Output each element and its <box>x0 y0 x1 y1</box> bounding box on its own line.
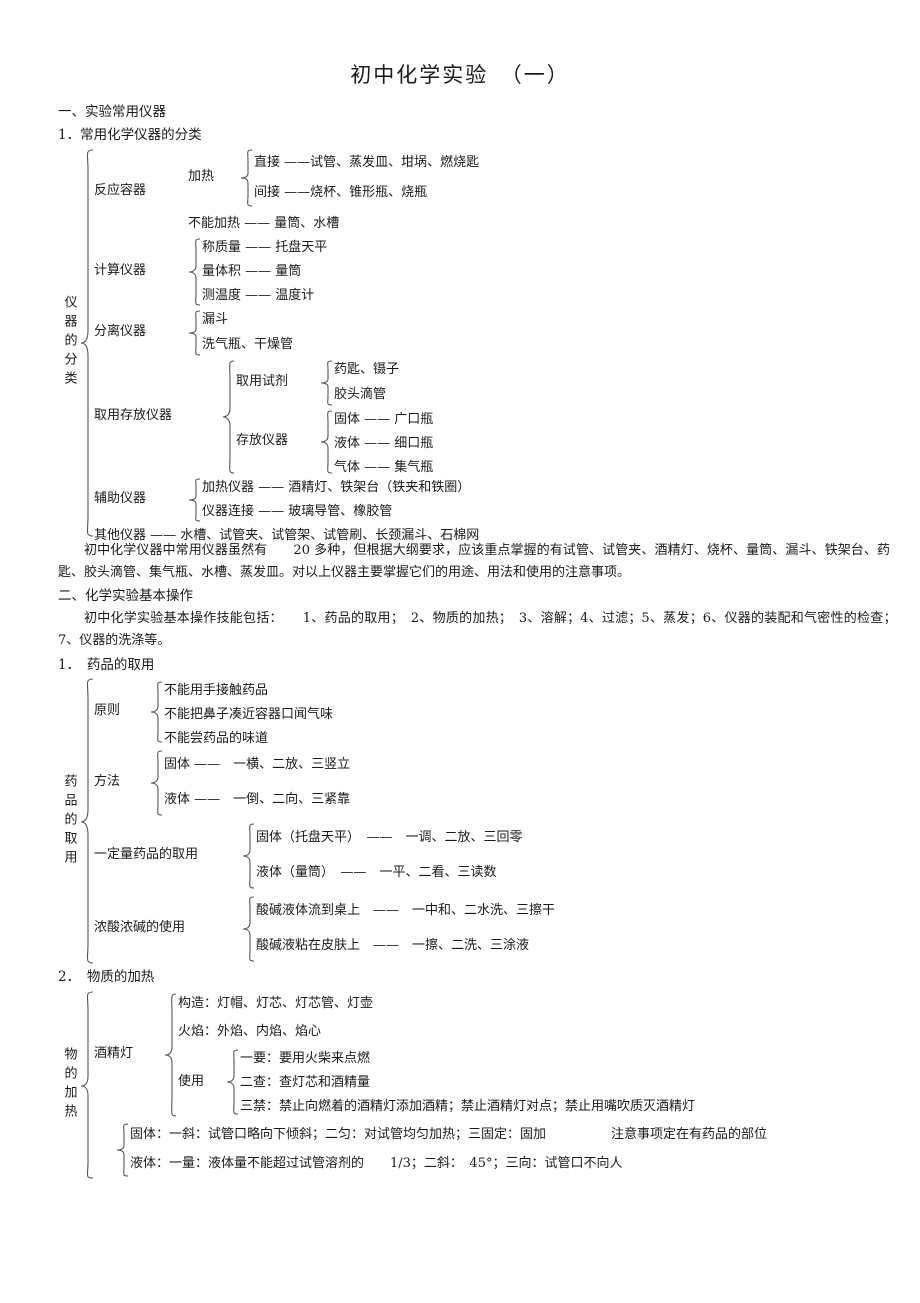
branch-brace <box>116 1121 130 1179</box>
leaf-item: 漏斗 <box>202 312 229 328</box>
leaf-item: 固体 —— 广口瓶 <box>334 411 434 427</box>
diagram1-branch-separation: 分离仪器 漏斗 洗气瓶、干燥管 <box>94 308 890 358</box>
leaf-item: 液体（量筒） —— 一平、二看、三读数 <box>256 865 497 881</box>
subgroup-heating: 加热 直接 ——试管、蒸发皿、坩埚、燃烧匙 间接 ——烧杯、锥形瓶、烧瓶 <box>188 148 890 208</box>
subgroup-brace <box>320 408 334 476</box>
leaf-item: 直接 ——试管、蒸发皿、坩埚、燃烧匙 <box>254 154 480 170</box>
subgroup-brace <box>226 1047 240 1117</box>
branch-label: 其他仪器 —— 水槽、试管夹、试管架、试管刷、长颈漏斗、石棉网 <box>94 527 480 543</box>
branch-label: 酒精灯 <box>94 1046 134 1062</box>
paragraph-instruments: 初中化学仪器中常用仪器虽然有 20 多种，但根据大纲要求，应该重点掌握的有试管、… <box>58 542 890 580</box>
diagram2-branch-quantity: 一定量药品的取用 固体（托盘天平） —— 一调、二放、三回零 液体（量筒） ——… <box>94 821 890 891</box>
diagram2-root-brace <box>80 677 94 965</box>
leaf-item: 一要：要用火柴来点燃 <box>240 1050 371 1066</box>
diagram3-root-brace <box>80 990 94 1180</box>
section-heading-1: 一、实验常用仪器 <box>58 104 166 121</box>
branch-brace <box>222 358 236 476</box>
leaf-item: 间接 ——烧杯、锥形瓶、烧瓶 <box>254 184 428 200</box>
section-heading-2: 二、化学实验基本操作 <box>58 587 193 604</box>
leaf-item: 酸碱液粘在皮肤上 —— 一擦、二洗、三涂液 <box>256 938 530 954</box>
leaf-item: 洗气瓶、干燥管 <box>202 337 294 353</box>
leaf-item: 不能加热 —— 量筒、水槽 <box>188 215 340 231</box>
leaf-item: 酸碱液体流到桌上 —— 一中和、二水洗、三擦干 <box>256 903 556 919</box>
branch-label: 方法 <box>94 774 121 790</box>
diagram3-branch-column: 酒精灯 构造：灯帽、灯芯、灯芯管、灯壶 火焰：外焰、内焰、焰心 使用 一要：要用… <box>94 990 890 1180</box>
branch-label: 取用存放仪器 <box>94 408 173 424</box>
subgroup-storage-ware: 存放仪器 固体 —— 广口瓶 液体 —— 细口瓶 气体 —— 集气瓶 <box>236 408 890 476</box>
branch-brace <box>150 748 164 818</box>
document-body: 一、实验常用仪器 1．常用化学仪器的分类 仪器的分类 反应容器 加热 直接 ——… <box>0 103 920 1179</box>
document-page: 初中化学实验 （一） 一、实验常用仪器 1．常用化学仪器的分类 仪器的分类 反应… <box>0 0 920 1303</box>
leaf-item: 称质量 —— 托盘天平 <box>202 239 328 255</box>
section-heading-2-2: 2． 物质的加热 <box>58 969 155 986</box>
diagram3-branch-heating-rules: 固体：一斜：试管口略向下倾斜；二匀：对试管均匀加热；三固定：固加 注意事项定在有… <box>94 1121 890 1179</box>
section-heading-2-1: 1． 药品的取用 <box>58 656 155 673</box>
branch-label: 反应容器 <box>94 183 147 199</box>
leaf-item: 量体积 —— 量筒 <box>202 263 302 279</box>
branch-brace <box>242 894 256 964</box>
branch-label: 浓酸浓碱的使用 <box>94 920 186 936</box>
leaf-item: 构造：灯帽、灯芯、灯芯管、灯壶 <box>178 996 374 1012</box>
branch-brace <box>242 821 256 891</box>
leaf-item: 三禁：禁止向燃着的酒精灯添加酒精；禁止酒精灯对点；禁止用嘴吹质灭酒精灯 <box>240 1099 696 1115</box>
diagram1-branch-other: 其他仪器 —— 水槽、试管夹、试管架、试管刷、长颈漏斗、石棉网 <box>94 524 890 546</box>
diagram1-root-label: 仪器的分类 <box>61 295 77 391</box>
diagram2-branch-acid-base: 浓酸浓碱的使用 酸碱液体流到桌上 —— 一中和、二水洗、三擦干 酸碱液粘在皮肤上… <box>94 894 890 964</box>
leaf-item: 固体 —— 一横、二放、三竖立 <box>164 757 351 773</box>
diagram2-root-label: 药品的取用 <box>61 773 77 869</box>
leaf-item: 加热仪器 —— 酒精灯、铁架台（铁夹和铁圈） <box>202 479 471 495</box>
subgroup-brace <box>240 148 254 208</box>
diagram2-branch-methods: 方法 固体 —— 一横、二放、三竖立 液体 —— 一倒、二向、三紧靠 <box>94 748 890 818</box>
leaf-item: 固体（托盘天平） —— 一调、二放、三回零 <box>256 830 523 846</box>
subgroup-label: 取用试剂 <box>236 374 289 390</box>
subgroup-usage: 使用 一要：要用火柴来点燃 二查：查灯芯和酒精量 三禁：禁止向燃着的酒精灯添加酒… <box>178 1047 890 1117</box>
subgroup-label: 存放仪器 <box>236 433 289 449</box>
diagram1-branch-column: 反应容器 加热 直接 ——试管、蒸发皿、坩埚、燃烧匙 间接 ——烧杯、锥形瓶、烧… <box>94 148 890 543</box>
diagram2-branch-principles: 原则 不能用手接触药品 不能把鼻子凑近容器口闻气味 不能尝药品的味道 <box>94 679 890 746</box>
leaf-item: 液体：一量：液体量不能超过试管溶剂的 1/3；二斜： 45°；三向：试管口不向人 <box>130 1156 623 1172</box>
leaf-item: 液体 —— 一倒、二向、三紧靠 <box>164 792 351 808</box>
branch-label: 辅助仪器 <box>94 491 147 507</box>
branch-brace <box>164 991 178 1119</box>
leaf-item: 胶头滴管 <box>334 387 387 403</box>
leaf-item: 不能把鼻子凑近容器口闻气味 <box>164 706 334 722</box>
diagram3-root-label: 物的加热 <box>61 1046 77 1123</box>
diagram1-root-brace <box>80 148 94 538</box>
diagram2-branch-column: 原则 不能用手接触药品 不能把鼻子凑近容器口闻气味 不能尝药品的味道 方法 固体… <box>94 677 890 965</box>
branch-brace <box>188 236 202 308</box>
leaf-item: 二查：查灯芯和酒精量 <box>240 1075 371 1090</box>
leaf-item: 测温度 —— 温度计 <box>202 287 315 303</box>
branch-label: 分离仪器 <box>94 324 147 340</box>
leaf-item: 液体 —— 细口瓶 <box>334 435 434 451</box>
diagram1-branch-measuring: 计算仪器 称质量 —— 托盘天平 量体积 —— 量筒 测温度 —— 温度计 <box>94 236 890 308</box>
leaf-item: 固体：一斜：试管口略向下倾斜；二匀：对试管均匀加热；三固定：固加 注意事项定在有… <box>130 1127 768 1143</box>
section-heading-1-1: 1．常用化学仪器的分类 <box>58 127 202 143</box>
diagram1-branch-storage: 取用存放仪器 取用试剂 药匙、镊子 胶头滴管 存放仪器 固体 —— 广口瓶 液体… <box>94 358 890 476</box>
branch-label: 计算仪器 <box>94 263 147 279</box>
branch-brace <box>150 679 164 745</box>
diagram-instrument-classification: 仪器的分类 反应容器 加热 直接 ——试管、蒸发皿、坩埚、燃烧匙 间接 ——烧杯… <box>58 148 890 543</box>
branch-brace <box>188 476 202 524</box>
page-title: 初中化学实验 （一） <box>350 63 570 87</box>
branch-label: 一定量药品的取用 <box>94 847 199 863</box>
branch-brace <box>188 308 202 358</box>
branch-label: 原则 <box>94 703 121 719</box>
leaf-item: 不能用手接触药品 <box>164 682 269 698</box>
diagram-heating: 物的加热 酒精灯 构造：灯帽、灯芯、灯芯管、灯壶 火焰：外焰、内焰、焰心 使用 … <box>58 990 890 1180</box>
subgroup-reagent-taking: 取用试剂 药匙、镊子 胶头滴管 <box>236 358 890 408</box>
subgroup-brace <box>320 358 334 408</box>
subgroup-label: 加热 <box>188 169 215 185</box>
diagram1-branch-reaction-vessel: 反应容器 加热 直接 ——试管、蒸发皿、坩埚、燃烧匙 间接 ——烧杯、锥形瓶、烧… <box>94 148 890 236</box>
diagram3-branch-alcohol-lamp: 酒精灯 构造：灯帽、灯芯、灯芯管、灯壶 火焰：外焰、内焰、焰心 使用 一要：要用… <box>94 991 890 1119</box>
leaf-item: 仪器连接 —— 玻璃导管、橡胶管 <box>202 503 393 519</box>
leaf-item: 火焰：外焰、内焰、焰心 <box>178 1023 322 1039</box>
leaf-item: 药匙、镊子 <box>334 362 400 378</box>
diagram-drug-taking: 药品的取用 原则 不能用手接触药品 不能把鼻子凑近容器口闻气味 不能尝药品的味道… <box>58 677 890 965</box>
paragraph-basic-ops: 初中化学实验基本操作技能包括： 1、药品的取用； 2、物质的加热； 3、溶解；4… <box>58 611 904 649</box>
diagram1-branch-auxiliary: 辅助仪器 加热仪器 —— 酒精灯、铁架台（铁夹和铁圈） 仪器连接 —— 玻璃导管… <box>94 476 890 524</box>
subgroup-label: 使用 <box>178 1073 205 1089</box>
